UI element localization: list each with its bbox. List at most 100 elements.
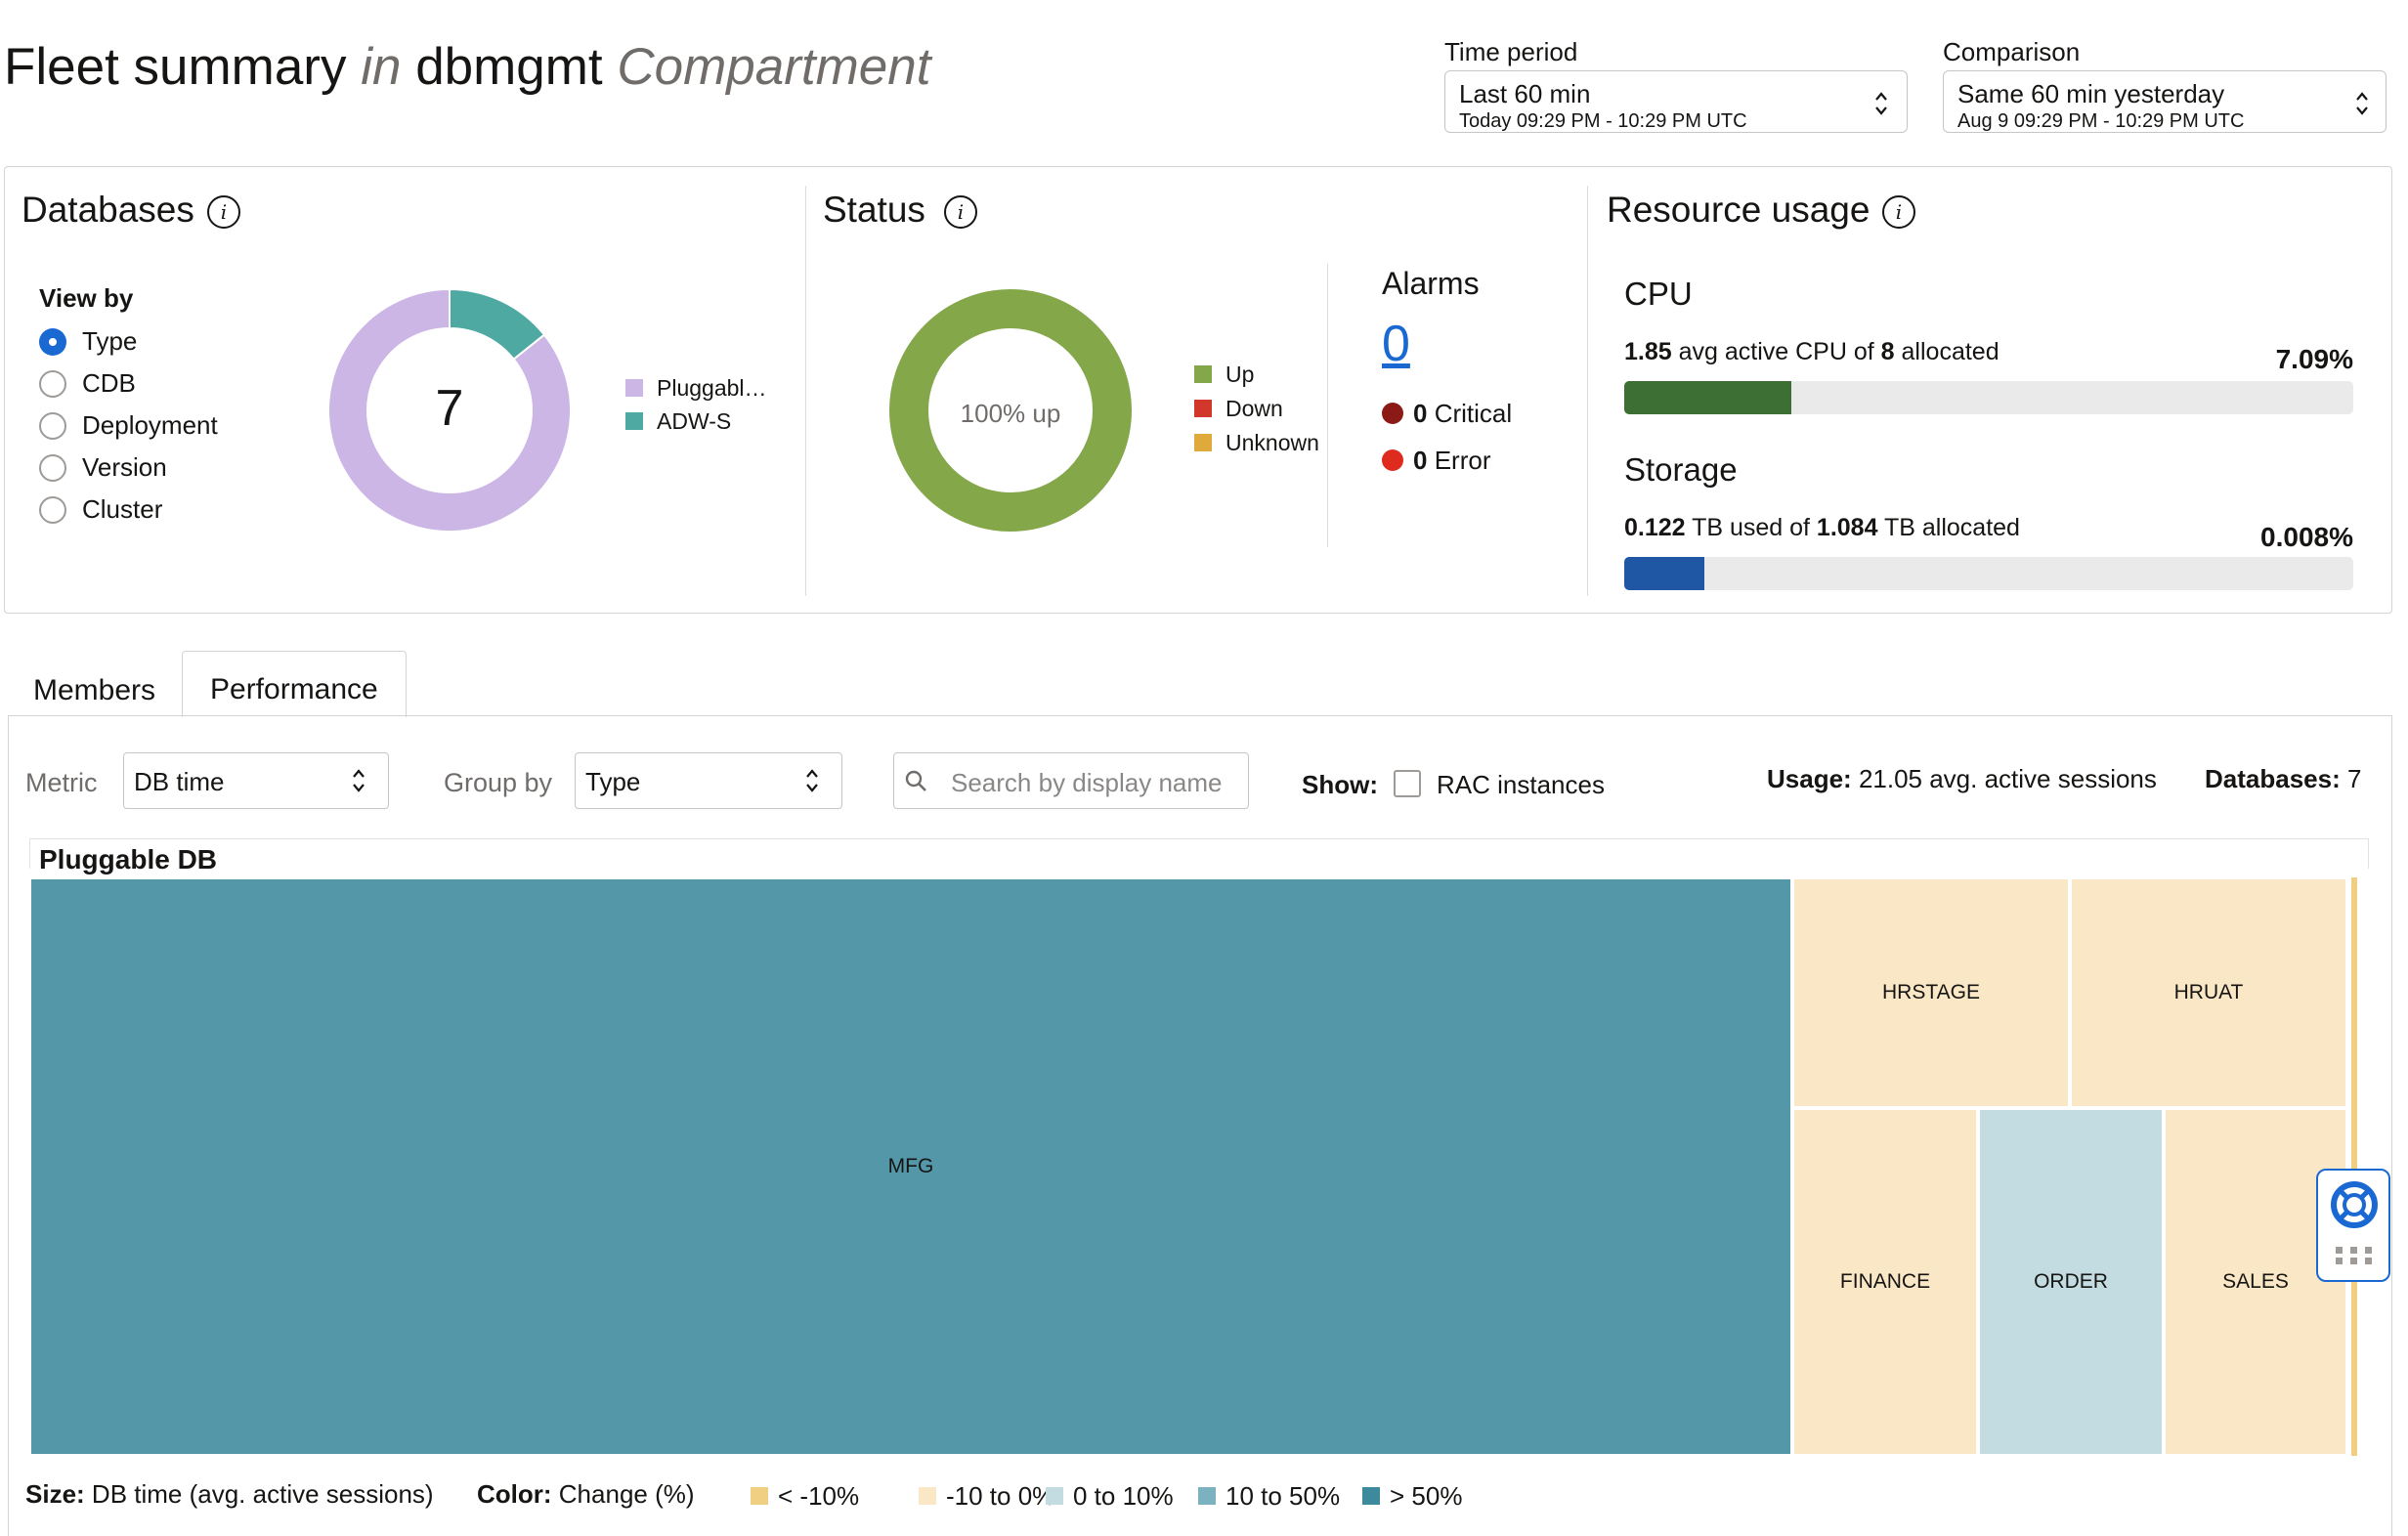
status-title: Status [823,190,925,230]
time-period-select[interactable]: Last 60 min Today 09:29 PM - 10:29 PM UT… [1444,70,1908,133]
storage-usage-bar [1624,557,2353,590]
metric-select[interactable]: DB time [123,752,389,809]
cpu-used: 1.85 [1624,338,1672,365]
storage-summary: 0.122 TB used of 1.084 TB allocated [1624,514,2020,542]
legend-swatch [1194,365,1212,383]
radio-deployment[interactable] [39,412,66,440]
legend-label: Up [1226,362,1255,387]
tab-performance-container[interactable]: Performance [182,651,407,717]
treemap-group-header [29,838,2369,869]
error-label: Error [1434,446,1491,475]
page-title-in: in [361,38,402,96]
metric-label: Metric [25,768,98,797]
comparison-label: Comparison [1943,37,2081,66]
treemap-cell-finance[interactable]: FINANCE [1792,1108,1978,1456]
legend-label: Down [1226,396,1283,421]
treemap-cell-mfg[interactable]: MFG [29,877,1792,1456]
change-legend-swatch [751,1487,768,1505]
storage-percent: 0.008% [2260,522,2353,552]
rac-instances-label: RAC instances [1437,770,1605,799]
cpu-title: CPU [1624,276,1693,312]
databases-title: Databases [22,190,194,230]
storage-title: Storage [1624,451,1738,488]
page-title-main: Fleet summary [4,38,347,96]
compartment-name: dbmgmt [415,38,603,96]
legend-swatch [1194,400,1212,417]
group-by-value: Type [585,767,641,796]
help-widget[interactable] [2316,1169,2390,1282]
time-period-label: Time period [1444,37,1578,66]
info-icon[interactable]: i [207,195,240,229]
chevron-updown-icon [353,769,365,792]
legend-swatch [1194,434,1212,451]
tab-performance[interactable]: Performance [210,673,378,706]
section-divider [1587,186,1588,596]
change-legend-swatch [1362,1487,1380,1505]
show-label: Show: [1302,770,1378,799]
size-label: Size: [25,1479,85,1509]
alarms-count-link[interactable]: 0 [1382,315,1410,373]
info-icon[interactable]: i [1882,195,1915,229]
search-placeholder: Search by display name [951,768,1223,797]
rac-instances-checkbox[interactable] [1394,770,1421,797]
size-value: DB time (avg. active sessions) [91,1479,434,1509]
drag-handle-icon[interactable] [2334,1245,2375,1266]
tab-members[interactable]: Members [33,674,155,707]
radio-label: CDB [82,368,136,398]
metric-value: DB time [134,767,225,796]
radio-label: Version [82,452,167,482]
databases-count-value: 7 [2346,764,2362,793]
legend-swatch [625,412,643,430]
cpu-percent: 7.09% [2275,344,2353,374]
group-by-label: Group by [444,768,553,797]
change-legend-label: 0 to 10% [1073,1481,1174,1511]
color-label: Color: [477,1479,552,1509]
alarms-divider [1327,264,1328,547]
legend-swatch [625,379,643,397]
change-legend-swatch [1198,1487,1216,1505]
critical-alarms: 0 Critical [1413,399,1512,429]
resource-usage-title: Resource usage [1607,190,1870,230]
legend-label: ADW-S [657,408,732,434]
size-legend: Size: DB time (avg. active sessions) [25,1479,434,1510]
radio-cluster[interactable] [39,496,66,524]
usage-value: 21.05 avg. active sessions [1858,764,2157,793]
chevron-updown-icon [2356,92,2368,115]
view-by-label: View by [39,283,134,313]
chevron-updown-icon [806,769,818,792]
treemap-chart: MFG HRSTAGE HRUAT FINANCE ORDER SALES [29,877,2367,1456]
radio-type[interactable] [39,328,66,356]
storage-allocated-text: TB allocated [1883,514,2020,541]
treemap-cell-hruat[interactable]: HRUAT [2070,877,2347,1108]
radio-version[interactable] [39,454,66,482]
radio-label: Cluster [82,494,163,524]
treemap-cell-hrstage[interactable]: HRSTAGE [1792,877,2070,1108]
status-donut-chart: 100% up [889,289,1132,532]
radio-cdb[interactable] [39,370,66,398]
search-icon [905,770,926,791]
info-icon[interactable]: i [944,195,977,229]
error-dot-icon [1382,449,1403,471]
databases-count-label: Databases: [2205,764,2341,793]
storage-used: 0.122 [1624,514,1686,541]
group-by-select[interactable]: Type [575,752,842,809]
change-legend-swatch [919,1487,936,1505]
usage-label: Usage: [1767,764,1852,793]
search-input[interactable]: Search by display name [893,752,1249,809]
cpu-summary: 1.85 avg active CPU of 8 allocated [1624,338,2000,366]
treemap-cell-sales[interactable]: SALES [2164,1108,2347,1456]
color-value: Change (%) [558,1479,695,1509]
treemap-group-title: Pluggable DB [39,844,218,875]
treemap-cell-order[interactable]: ORDER [1978,1108,2164,1456]
change-legend-label: -10 to 0% [946,1481,1055,1511]
compartment-word: Compartment [617,38,931,96]
chevron-updown-icon [1875,92,1887,115]
critical-label: Critical [1434,399,1513,428]
error-count: 0 [1413,446,1428,475]
critical-count: 0 [1413,399,1428,428]
comparison-range: Aug 9 09:29 PM - 10:29 PM UTC [1957,110,2245,132]
color-legend: Color: Change (%) [477,1479,695,1510]
legend-label: Unknown [1226,430,1319,455]
storage-allocated: 1.084 [1816,514,1878,541]
comparison-select[interactable]: Same 60 min yesterday Aug 9 09:29 PM - 1… [1943,70,2386,133]
